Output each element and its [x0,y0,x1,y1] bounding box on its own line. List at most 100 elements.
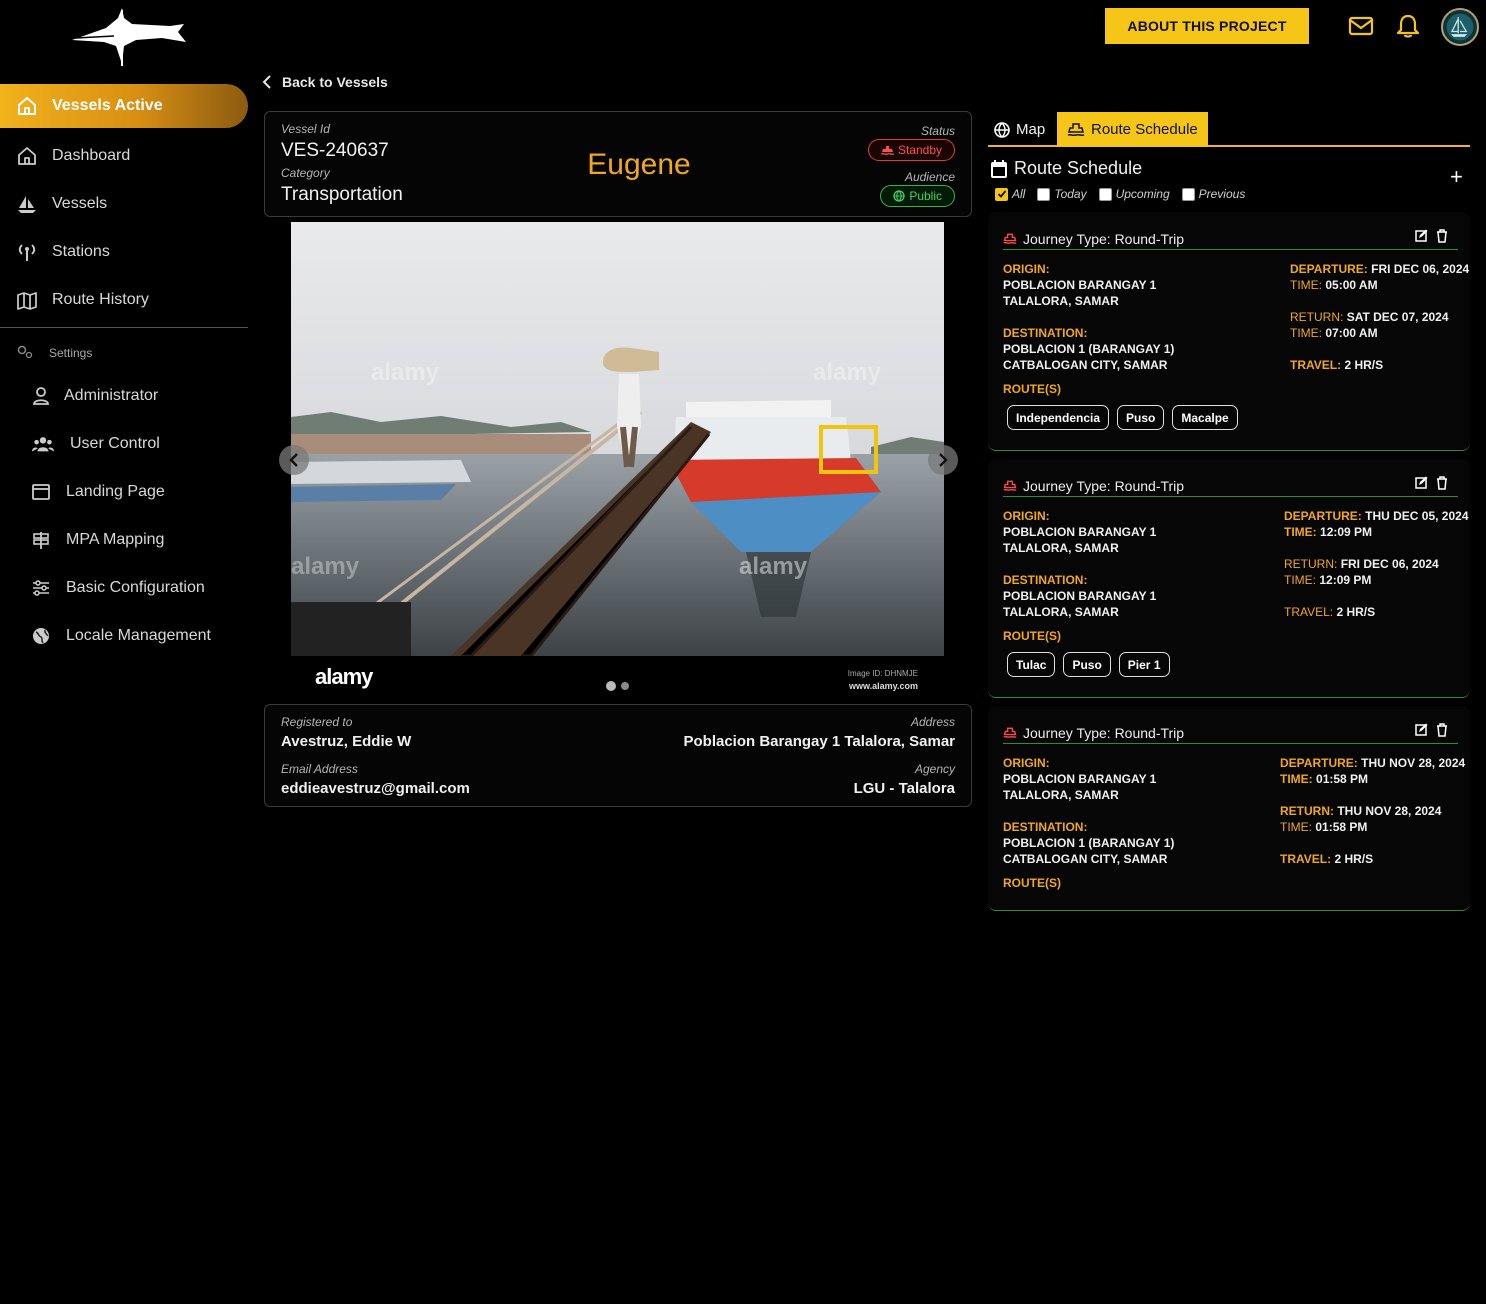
sidebar-item-mpa-mapping[interactable]: MPA Mapping [0,520,248,560]
time-key: TIME: [1284,525,1317,539]
audience-label: Audience [904,170,955,184]
travel-value: 2 HR/S [1344,358,1384,372]
edit-icon[interactable] [1415,229,1428,242]
sidebar-item-locale-management[interactable]: Locale Management [0,616,248,656]
time-key: TIME: [1280,772,1313,786]
sidebar-item-stations[interactable]: Stations [0,230,248,274]
checkbox-previous[interactable] [1181,187,1195,201]
edit-icon[interactable] [1415,476,1428,489]
sidebar-item-user-control[interactable]: User Control [0,424,248,464]
destination-line-2: CATBALOGAN CITY, SAMAR [1003,852,1168,866]
sidebar-item-landing-page[interactable]: Landing Page [0,472,248,512]
back-to-vessels-link[interactable]: Back to Vessels [262,74,388,90]
antenna-icon [16,241,38,263]
destination-key: DESTINATION: [1003,820,1088,834]
filter-all[interactable]: All [995,187,1025,201]
return-time: 07:00 AM [1325,326,1378,340]
map-icon [16,289,38,311]
edit-icon[interactable] [1415,723,1428,736]
status-text: Standby [897,143,942,157]
carousel-prev-button[interactable] [279,445,309,475]
avatar[interactable] [1441,8,1479,46]
email-label: Email Address [281,762,358,776]
sidebar-item-basic-configuration[interactable]: Basic Configuration [0,568,248,608]
filter-upcoming[interactable]: Upcoming [1098,187,1170,201]
origin-line-2: TALALORA, SAMAR [1003,788,1119,802]
tab-map-label: Map [1016,121,1046,138]
vessel-photo-carousel: alamy alamy alamy alamy alamy Image ID: … [291,222,944,700]
sidebar-item-vessels[interactable]: Vessels [0,182,248,226]
filter-previous-label: Previous [1198,187,1246,201]
checkbox-all[interactable] [995,187,1008,201]
registered-to: Avestruz, Eddie W [281,733,412,750]
carousel-dot-2[interactable] [621,682,629,690]
return-value: THU NOV 28, 2024 [1337,804,1442,818]
schedule-card: Journey Type: Round-Trip ORIGIN: POBLACI… [988,706,1470,911]
agency-label: Agency [914,762,955,776]
routes-key: ROUTE(S) [1003,382,1061,396]
checkbox-today[interactable] [1037,187,1051,201]
sidebar-item-administrator[interactable]: Administrator [0,376,248,416]
filter-today[interactable]: Today [1037,187,1087,201]
settings-section-label: Settings [49,346,93,360]
departure-value: THU NOV 28, 2024 [1361,756,1466,770]
vessel-id-label: Vessel Id [281,122,330,136]
back-label: Back to Vessels [282,74,388,90]
chevron-left-icon [262,75,271,89]
destination-line-2: TALALORA, SAMAR [1003,605,1119,619]
carousel-dot-1[interactable] [606,681,616,691]
tab-map[interactable]: Map [994,112,1045,147]
sidebar-item-vessels-active[interactable]: Vessels Active [0,84,248,128]
sidebar-divider [0,327,248,328]
tab-route-schedule[interactable]: Route Schedule [1057,112,1208,147]
sidebar-item-label: Vessels [52,195,108,212]
trash-icon[interactable] [1436,229,1448,243]
return-key: RETURN: [1284,557,1338,571]
route-chip[interactable]: Puso [1117,405,1165,430]
route-chip[interactable]: Pier 1 [1118,652,1170,677]
trash-icon[interactable] [1436,723,1448,737]
sidebar-item-route-history[interactable]: Route History [0,278,248,322]
travel-key: TRAVEL: [1280,852,1332,866]
owner-info-card: Registered to Avestruz, Eddie W Address … [264,704,972,807]
svg-text:alamy: alamy [813,359,882,386]
schedule-card: Journey Type: Round-Trip ORIGIN: POBLACI… [988,459,1470,698]
origin-line-1: POBLACION BARANGAY 1 [1003,772,1157,786]
route-chip[interactable]: Tulac [1007,652,1056,677]
schedule-card-header: Journey Type: Round-Trip [1003,475,1458,497]
return-value: SAT DEC 07, 2024 [1346,310,1449,324]
about-project-button[interactable]: ABOUT THIS PROJECT [1105,8,1309,44]
travel-value: 2 HR/S [1336,605,1376,619]
route-chip[interactable]: Independencia [1007,405,1110,430]
sidebar-item-dashboard[interactable]: Dashboard [0,134,248,178]
add-schedule-button[interactable]: + [1450,166,1463,188]
checkbox-upcoming[interactable] [1098,187,1112,201]
home-icon [16,95,38,117]
filter-upcoming-label: Upcoming [1115,187,1170,201]
ship-icon [1003,480,1017,491]
schedule-card: Journey Type: Round-Trip ORIGIN: POBLACI… [988,212,1470,451]
ship-icon [1003,727,1017,738]
sidebar-item-label: Administrator [64,387,159,404]
audience-text: Public [909,189,942,203]
origin-line-1: POBLACION BARANGAY 1 [1003,278,1157,292]
calendar-icon [991,159,1007,178]
return-key: RETURN: [1290,310,1344,324]
route-chip[interactable]: Macalpe [1172,405,1238,430]
svg-text:alamy: alamy [291,553,360,580]
window-icon [30,481,52,503]
mail-icon[interactable] [1347,12,1375,40]
bell-icon[interactable] [1394,12,1422,40]
signpost-icon [30,529,52,551]
carousel-next-button[interactable] [928,445,958,475]
filter-previous[interactable]: Previous [1181,187,1246,201]
vessel-info-card: Vessel Id VES-240637 Category Transporta… [264,111,972,217]
route-chip[interactable]: Puso [1063,652,1111,677]
owner-agency: LGU - Talalora [853,780,955,797]
globe-icon [893,190,905,202]
return-time: 01:58 PM [1315,820,1368,834]
route-schedule-title: Route Schedule [1014,158,1143,178]
trash-icon[interactable] [1436,476,1448,490]
sidebar-item-label: MPA Mapping [66,531,165,548]
sidebar-item-label: Route History [52,291,149,308]
